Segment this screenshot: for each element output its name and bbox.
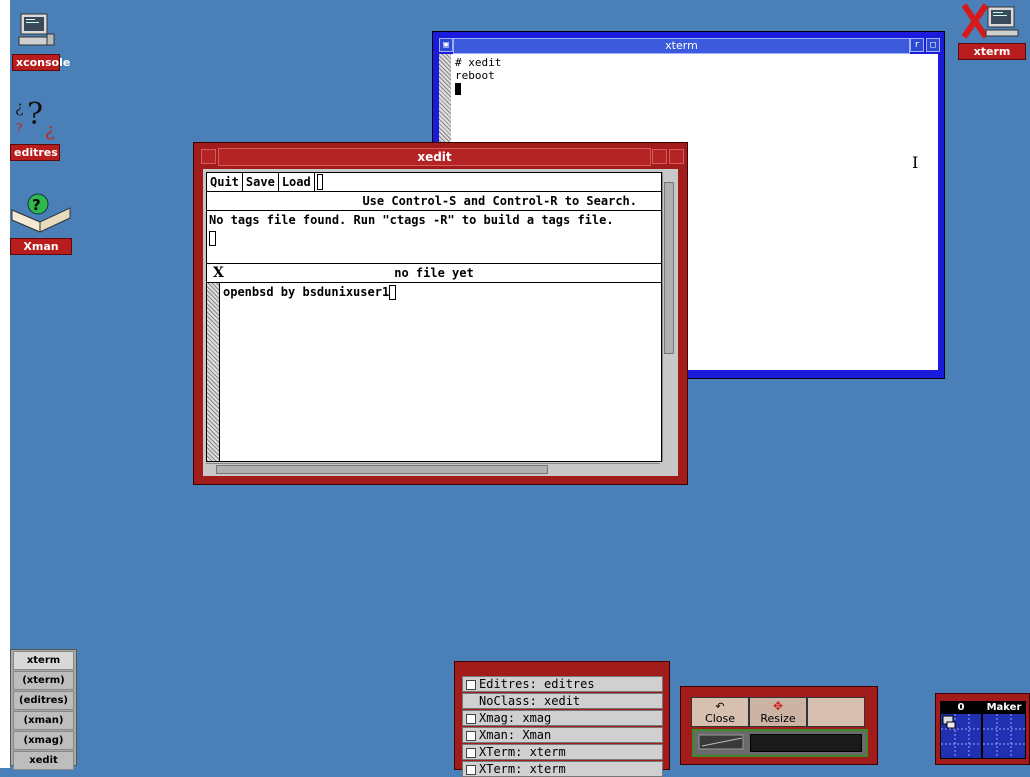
scroll-thumb[interactable] — [216, 465, 548, 474]
icon-manager-item[interactable]: (xterm) — [13, 671, 74, 690]
xedit-panel: Quit Save Load Use Control-S and Control… — [206, 172, 662, 462]
desktop-icon-label: editres — [10, 144, 60, 161]
checkbox-icon — [466, 679, 476, 690]
xedit-window[interactable]: xedit Quit Save Load Use Control-S and C… — [193, 142, 688, 485]
xterm-output: # xedit reboot — [455, 56, 501, 95]
file-name-label: no file yet — [394, 266, 474, 280]
xedit-button-bar: Quit Save Load — [207, 173, 661, 192]
text-cursor — [389, 285, 397, 300]
info-text: No tags file found. Run "ctags -R" to bu… — [209, 213, 614, 227]
window-list-item[interactable]: Xman: Xman — [462, 727, 663, 743]
save-button[interactable]: Save — [243, 173, 279, 191]
icon-manager-item[interactable]: xterm — [13, 651, 74, 670]
iconify-button[interactable] — [201, 149, 216, 164]
desktop-icon-label: xconsole — [12, 54, 70, 71]
pager-desk-label: Maker — [983, 702, 1025, 714]
edit-scroll-gutter[interactable] — [207, 283, 220, 461]
svg-text:?: ? — [27, 97, 43, 132]
horizontal-scrollbar[interactable] — [206, 463, 660, 474]
checkbox-icon — [466, 764, 476, 775]
desktop-icon-label: xterm — [958, 43, 1026, 60]
pager-grid — [941, 714, 981, 758]
message-line: Use Control-S and Control-R to Search. — [207, 192, 661, 211]
xterm-icon — [961, 3, 1019, 39]
desktop-icon-label: Xman — [10, 238, 72, 255]
pager-desk-maker[interactable]: Maker — [982, 701, 1026, 759]
resize-button[interactable]: r — [910, 38, 924, 52]
button-box: ↶ Close ✥ Resize — [680, 686, 878, 765]
edit-content: openbsd by bsdunixuser1 — [223, 285, 390, 299]
desktop-icon-xterm[interactable]: xterm — [958, 3, 1026, 60]
resize-icon: ✥ — [772, 699, 784, 713]
icon-manager-item[interactable]: xedit — [13, 751, 74, 770]
screen-left-edge — [0, 0, 10, 768]
book-icon: ? — [11, 193, 71, 233]
desktop-icon-xman[interactable]: ? Xman — [10, 192, 72, 255]
text-cursor — [209, 231, 216, 246]
xedit-title-bar[interactable]: xedit — [218, 148, 651, 166]
question-icon: ¿ ? ? ¿ — [15, 97, 55, 141]
quit-button[interactable]: Quit — [207, 173, 243, 191]
load-meter — [692, 729, 868, 757]
icon-manager-item[interactable]: (xman) — [13, 711, 74, 730]
load-button[interactable]: Load — [279, 173, 315, 191]
icon-manager: xterm (xterm) (editres) (xman) (xmag) xe… — [10, 649, 77, 770]
checkbox-icon — [466, 730, 476, 741]
window-list-item[interactable]: Editres: editres — [462, 676, 663, 692]
pager-desk-label: 0 — [941, 702, 981, 714]
rail-icon — [698, 734, 744, 750]
window-list: Editres: editres NoClass: xedit Xmag: xm… — [454, 661, 670, 777]
text-cursor — [455, 83, 461, 95]
maximize-button[interactable]: □ — [926, 38, 940, 52]
svg-text:¿: ¿ — [15, 97, 24, 116]
file-status-line: X no file yet — [207, 264, 661, 283]
desktop-pager: 0 Maker — [935, 693, 1030, 765]
vertical-scrollbar[interactable] — [662, 172, 675, 462]
iconify-button[interactable]: ▣ — [439, 38, 453, 52]
edit-area[interactable]: openbsd by bsdunixuser1 — [207, 283, 661, 461]
load-meter-display — [750, 734, 862, 752]
blank-button[interactable] — [807, 697, 865, 727]
checkbox-icon — [466, 747, 476, 758]
checkbox-icon — [466, 713, 476, 724]
pager-desk-0[interactable]: 0 — [940, 701, 982, 759]
icon-manager-item[interactable]: (editres) — [13, 691, 74, 710]
info-box[interactable]: No tags file found. Run "ctags -R" to bu… — [207, 211, 661, 264]
svg-text:?: ? — [32, 196, 41, 214]
xterm-title-bar[interactable]: xterm — [453, 38, 910, 54]
icon-manager-item[interactable]: (xmag) — [13, 731, 74, 750]
window-list-item[interactable]: XTerm: xterm — [462, 744, 663, 760]
desktop-icon-xconsole[interactable]: xconsole — [12, 12, 70, 71]
filename-input[interactable] — [316, 174, 323, 190]
window-list-item[interactable]: Xmag: xmag — [462, 710, 663, 726]
window-list-item[interactable]: NoClass: xedit — [462, 693, 663, 709]
pager-grid — [983, 714, 1025, 758]
resize-button[interactable]: ✥ Resize — [749, 697, 807, 727]
xterm-line: # xedit — [455, 56, 502, 69]
terminal-icon — [18, 13, 55, 46]
desktop-icon-editres[interactable]: ¿ ? ? ¿ editres — [10, 92, 60, 161]
svg-text:?: ? — [16, 121, 22, 135]
edit-text[interactable]: openbsd by bsdunixuser1 — [223, 283, 397, 301]
close-button[interactable]: ↶ Close — [691, 697, 749, 727]
xedit-body: Quit Save Load Use Control-S and Control… — [203, 169, 678, 476]
maximize-button[interactable] — [669, 149, 684, 164]
resize-button[interactable] — [652, 149, 667, 164]
window-list-item[interactable]: XTerm: xterm — [462, 761, 663, 777]
mouse-ibeam-cursor-icon: I — [912, 153, 919, 172]
scroll-thumb[interactable] — [664, 182, 674, 354]
svg-text:¿: ¿ — [45, 120, 55, 140]
xterm-line: reboot — [455, 69, 495, 82]
